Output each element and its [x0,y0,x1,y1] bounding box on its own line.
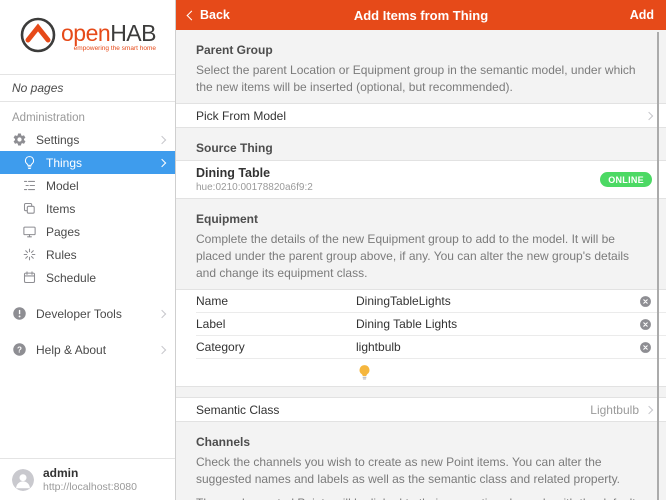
status-badge: ONLINE [600,172,652,187]
equipment-form: Name Label Category [176,289,666,387]
source-thing-row: Dining Table hue:0210:00178820a6f9:2 ONL… [176,160,666,199]
sidebar-item-label: Items [46,202,75,216]
chevron-right-icon [645,405,653,413]
sidebar-item-rules[interactable]: Rules [0,243,175,266]
name-input[interactable] [356,294,639,308]
category-input[interactable] [356,340,639,354]
parent-group-title: Parent Group [196,43,646,57]
rules-spark-icon [22,247,37,262]
parent-group-description: Select the parent Location or Equipment … [196,62,646,96]
page-content: Parent Group Select the parent Location … [176,30,666,500]
sidebar-item-label: Settings [36,133,79,147]
label-field-label: Label [196,317,356,331]
navbar: Back Add Items from Thing Add [176,0,666,30]
chevron-left-icon [187,10,197,20]
sidebar-item-label: Pages [46,225,80,239]
items-copy-icon [22,201,37,216]
equipment-description: Complete the details of the new Equipmen… [196,231,646,282]
schedule-calendar-icon [22,270,37,285]
channels-title: Channels [196,435,646,449]
source-thing-title: Source Thing [196,141,646,155]
semantic-class-value: Lightbulb [590,403,639,417]
developer-tools-icon [12,306,27,321]
sidebar-item-schedule[interactable]: Schedule [0,266,175,289]
chevron-right-icon [158,309,166,317]
clear-icon[interactable] [639,318,652,331]
semantic-class-row[interactable]: Semantic Class Lightbulb [176,397,666,422]
vertical-scrollbar[interactable] [657,32,659,500]
sidebar-item-label: Rules [46,248,77,262]
model-tree-icon [22,178,37,193]
sidebar-item-things[interactable]: Things [0,151,175,174]
sidebar-item-label: Developer Tools [36,307,122,321]
gear-icon [12,132,27,147]
sidebar-item-settings[interactable]: Settings [0,128,175,151]
sidebar-item-label: Model [46,179,79,193]
equipment-title: Equipment [196,212,646,226]
sidebar-item-developer-tools[interactable]: Developer Tools [0,302,175,325]
channels-description-1: Check the channels you wish to create as… [196,454,646,488]
openhab-logo: openHAB empowering the smart home [0,0,175,74]
no-pages-label: No pages [0,74,175,102]
chevron-right-icon [158,158,166,166]
logo-tagline: empowering the smart home [61,46,156,53]
clear-icon[interactable] [639,341,652,354]
user-name: admin [43,466,137,480]
pages-monitor-icon [22,224,37,239]
label-field-row: Label [196,313,666,336]
page-title: Add Items from Thing [176,8,666,23]
category-preview [356,359,666,386]
lightbulb-yellow-icon [356,370,373,387]
chevron-right-icon [645,111,653,119]
sidebar-item-help-about[interactable]: ? Help & About [0,338,175,361]
sidebar: openHAB empowering the smart home No pag… [0,0,176,500]
pick-from-model-row[interactable]: Pick From Model [176,103,666,128]
user-account[interactable]: admin http://localhost:8080 [0,458,175,500]
thing-name: Dining Table [196,166,313,180]
sidebar-item-pages[interactable]: Pages [0,220,175,243]
sidebar-item-items[interactable]: Items [0,197,175,220]
chevron-right-icon [158,135,166,143]
sidebar-item-label: Help & About [36,343,106,357]
main-panel: Back Add Items from Thing Add Parent Gro… [176,0,666,500]
clear-icon[interactable] [639,295,652,308]
name-field-row: Name [196,290,666,313]
openhab-logo-icon [19,16,57,59]
openhab-logo-text: openHAB empowering the smart home [61,22,156,53]
chevron-right-icon [158,345,166,353]
add-button[interactable]: Add [630,8,654,22]
channels-description-2: The newly created Points will be linked … [196,495,646,500]
category-field-label: Category [196,340,356,354]
sidebar-item-model[interactable]: Model [0,174,175,197]
avatar [12,469,34,491]
sidebar-item-label: Things [46,156,82,170]
user-url: http://localhost:8080 [43,481,137,493]
administration-label: Administration [0,102,175,128]
help-icon: ? [12,342,27,357]
semantic-class-label: Semantic Class [196,403,279,417]
svg-text:?: ? [17,345,22,354]
lightbulb-icon [22,155,37,170]
label-input[interactable] [356,317,639,331]
back-button[interactable]: Back [188,8,230,22]
sidebar-item-label: Schedule [46,271,96,285]
thing-id: hue:0210:00178820a6f9:2 [196,182,313,193]
category-field-row: Category [196,336,666,359]
name-field-label: Name [196,294,356,308]
